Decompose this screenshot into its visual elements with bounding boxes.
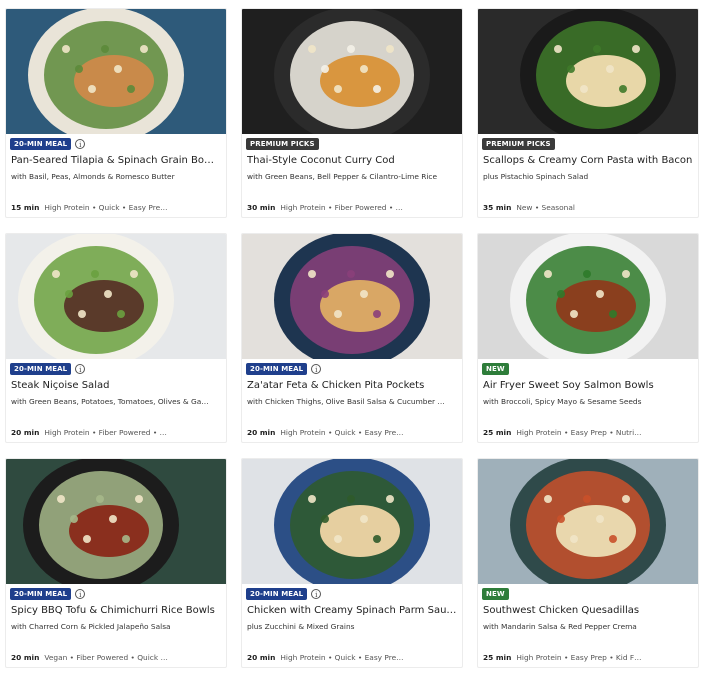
recipe-image[interactable] [6, 234, 226, 359]
badge-row: 20-MIN MEAL i [246, 588, 322, 600]
recipe-meta: 35 min New • Seasonal [483, 203, 695, 212]
recipe-photo [478, 234, 698, 359]
recipe-subtitle: with Mandarin Salsa & Red Pepper Crema [483, 622, 637, 631]
recipe-card[interactable]: 20-MIN MEAL i Spicy BBQ Tofu & Chimichurri… [5, 458, 227, 668]
recipe-title[interactable]: Thai-Style Coconut Curry Cod [247, 155, 457, 166]
recipe-meta: 25 min High Protein • Easy Prep • Kid F… [483, 653, 695, 662]
cook-time: 25 min [483, 653, 512, 662]
info-icon[interactable]: i [75, 364, 86, 374]
recipe-title[interactable]: Steak Niçoise Salad [11, 380, 221, 391]
recipe-photo [478, 9, 698, 134]
badge-row: 20-MIN MEAL i [10, 588, 86, 600]
recipe-title[interactable]: Air Fryer Sweet Soy Salmon Bowls [483, 380, 693, 391]
info-icon[interactable]: i [311, 364, 322, 374]
recipe-meta: 20 min High Protein • Quick • Easy Pre… [247, 653, 459, 662]
recipe-title[interactable]: Southwest Chicken Quesadillas [483, 605, 693, 616]
recipe-photo [478, 459, 698, 584]
cook-time: 15 min [11, 203, 40, 212]
recipe-photo [6, 234, 226, 359]
badge-row: NEW [482, 363, 509, 375]
recipe-tags: High Protein • Easy Prep • Kid F… [516, 653, 642, 662]
recipe-image[interactable] [242, 9, 462, 134]
cook-time: 30 min [247, 203, 276, 212]
recipe-card[interactable]: 20-MIN MEAL i Za'atar Feta & Chicken Pita … [241, 233, 463, 443]
cook-time: 35 min [483, 203, 512, 212]
recipe-subtitle: with Basil, Peas, Almonds & Romesco Butt… [11, 172, 175, 181]
recipe-meta: 20 min Vegan • Fiber Powered • Quick … [11, 653, 223, 662]
cook-time: 20 min [11, 428, 40, 437]
recipe-title[interactable]: Za'atar Feta & Chicken Pita Pockets [247, 380, 457, 391]
recipe-subtitle: with Green Beans, Bell Pepper & Cilantro… [247, 172, 438, 181]
recipe-card[interactable]: 20-MIN MEAL i Chicken with Creamy Spinach … [241, 458, 463, 668]
recipe-tags: High Protein • Quick • Easy Pre… [280, 428, 404, 437]
recipe-subtitle: plus Zucchini & Mixed Grains [247, 622, 355, 631]
recipe-image[interactable] [478, 9, 698, 134]
recipe-meta: 25 min High Protein • Easy Prep • Nutri… [483, 428, 695, 437]
recipe-tags: High Protein • Easy Prep • Nutri… [516, 428, 642, 437]
recipe-title[interactable]: Chicken with Creamy Spinach Parm Sau… [247, 605, 457, 616]
recipe-image[interactable] [242, 459, 462, 584]
recipe-image[interactable] [6, 9, 226, 134]
recipe-badge: NEW [482, 588, 509, 600]
badge-row: PREMIUM PICKS [246, 138, 319, 150]
recipe-title[interactable]: Spicy BBQ Tofu & Chimichurri Rice Bowls [11, 605, 221, 616]
recipe-photo [6, 459, 226, 584]
badge-row: PREMIUM PICKS [482, 138, 555, 150]
recipe-subtitle: with Chicken Thighs, Olive Basil Salsa &… [247, 397, 445, 406]
recipe-meta: 20 min High Protein • Quick • Easy Pre… [247, 428, 459, 437]
badge-row: NEW [482, 588, 509, 600]
recipe-image[interactable] [242, 234, 462, 359]
recipe-tags: High Protein • Quick • Easy Pre… [280, 653, 404, 662]
recipe-photo [242, 234, 462, 359]
recipe-photo [6, 9, 226, 134]
recipe-subtitle: with Charred Corn & Pickled Jalapeño Sal… [11, 622, 171, 631]
recipe-meta: 30 min High Protein • Fiber Powered • … [247, 203, 459, 212]
recipe-badge: 20-MIN MEAL [10, 138, 72, 150]
recipe-tags: Vegan • Fiber Powered • Quick … [44, 653, 168, 662]
recipe-title[interactable]: Scallops & Creamy Corn Pasta with Bacon [483, 155, 693, 166]
recipe-tags: New • Seasonal [516, 203, 575, 212]
recipe-subtitle: with Green Beans, Potatoes, Tomatoes, Ol… [11, 397, 209, 406]
recipe-tags: High Protein • Quick • Easy Pre… [44, 203, 168, 212]
cook-time: 25 min [483, 428, 512, 437]
recipe-meta: 15 min High Protein • Quick • Easy Pre… [11, 203, 223, 212]
recipe-image[interactable] [478, 459, 698, 584]
recipe-meta: 20 min High Protein • Fiber Powered • … [11, 428, 223, 437]
recipe-image[interactable] [6, 459, 226, 584]
info-icon[interactable]: i [75, 589, 86, 599]
recipe-card[interactable]: 20-MIN MEAL i Steak Niçoise Salad with Gree… [5, 233, 227, 443]
recipe-card[interactable]: 20-MIN MEAL i Pan-Seared Tilapia & Spinach… [5, 8, 227, 218]
recipe-subtitle: with Broccoli, Spicy Mayo & Sesame Seeds [483, 397, 642, 406]
recipe-card[interactable]: NEW Air Fryer Sweet Soy Salmon Bowls with … [477, 233, 699, 443]
badge-row: 20-MIN MEAL i [246, 363, 322, 375]
recipe-tags: High Protein • Fiber Powered • … [280, 203, 403, 212]
info-icon[interactable]: i [311, 589, 322, 599]
recipe-badge: 20-MIN MEAL [246, 363, 308, 375]
recipe-title[interactable]: Pan-Seared Tilapia & Spinach Grain Bo… [11, 155, 221, 166]
recipe-grid: 20-MIN MEAL i Pan-Seared Tilapia & Spinach… [0, 0, 705, 675]
cook-time: 20 min [11, 653, 40, 662]
recipe-badge: PREMIUM PICKS [246, 138, 319, 150]
badge-row: 20-MIN MEAL i [10, 363, 86, 375]
recipe-badge: NEW [482, 363, 509, 375]
recipe-card[interactable]: PREMIUM PICKS Scallops & Creamy Corn Past… [477, 8, 699, 218]
badge-row: 20-MIN MEAL i [10, 138, 86, 150]
recipe-badge: PREMIUM PICKS [482, 138, 555, 150]
cook-time: 20 min [247, 428, 276, 437]
recipe-card[interactable]: NEW Southwest Chicken Quesadillas with Man… [477, 458, 699, 668]
cook-time: 20 min [247, 653, 276, 662]
recipe-image[interactable] [478, 234, 698, 359]
recipe-badge: 20-MIN MEAL [246, 588, 308, 600]
recipe-photo [242, 9, 462, 134]
recipe-card[interactable]: PREMIUM PICKS Thai-Style Coconut Curry Co… [241, 8, 463, 218]
info-icon[interactable]: i [75, 139, 86, 149]
recipe-badge: 20-MIN MEAL [10, 363, 72, 375]
recipe-subtitle: plus Pistachio Spinach Salad [483, 172, 589, 181]
recipe-tags: High Protein • Fiber Powered • … [44, 428, 167, 437]
recipe-badge: 20-MIN MEAL [10, 588, 72, 600]
recipe-photo [242, 459, 462, 584]
